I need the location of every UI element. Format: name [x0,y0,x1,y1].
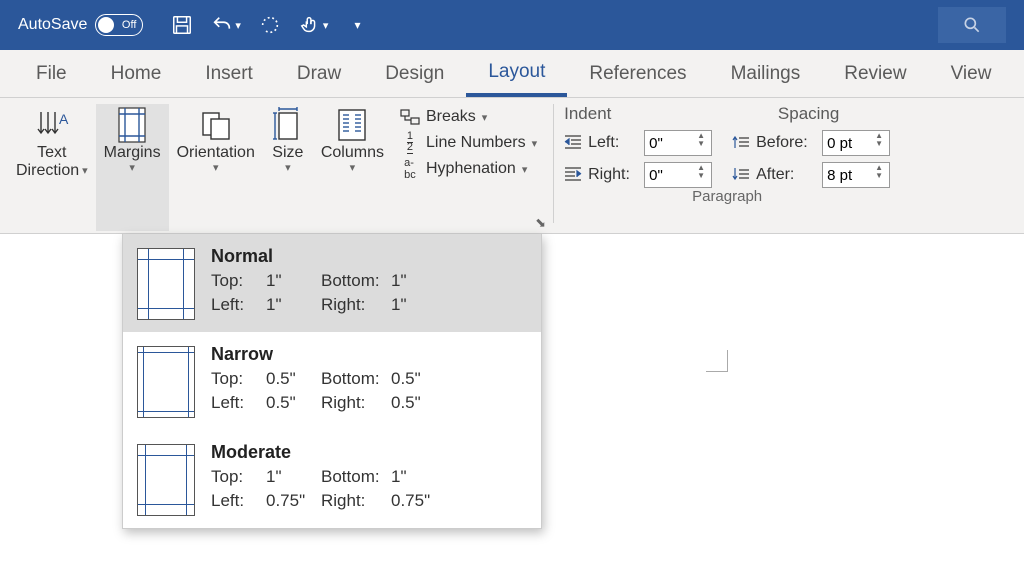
tab-review[interactable]: Review [822,50,928,97]
hyphenation-icon: a-bc [400,160,420,178]
margin-option-title: Narrow [211,344,527,365]
margins-button[interactable]: Margins▾ [96,104,169,231]
spacing-header: Spacing [727,104,890,124]
indent-header: Indent [564,104,727,124]
margins-option-moderate[interactable]: Moderate Top:1"Bottom:1" Left:0.75"Right… [123,430,541,528]
tab-file[interactable]: File [14,50,89,97]
chevron-down-icon: ▾ [129,162,135,175]
columns-button[interactable]: Columns▾ [313,104,392,231]
chevron-down-icon: ▾ [522,163,528,176]
autosave-label: AutoSave [18,16,87,34]
chevron-down-icon: ▾ [235,19,241,32]
document-area[interactable] [542,234,1024,582]
chevron-down-icon: ▾ [532,137,538,150]
touch-mode-button[interactable]: ▾ [299,14,329,36]
tab-insert[interactable]: Insert [183,50,275,97]
chevron-down-icon: ▾ [82,165,88,178]
svg-text:A: A [59,111,69,127]
size-icon [271,108,305,142]
page-corner-mark [706,350,728,372]
spacing-before-icon [732,134,750,152]
quick-access-toolbar: ▾ ▾ ▾ [171,14,368,36]
ribbon-tabs: File Home Insert Draw Design Layout Refe… [0,50,1024,98]
autosave-control[interactable]: AutoSave Off [18,14,143,36]
margin-option-title: Moderate [211,442,527,463]
ribbon: A TextDirection▾ Margins▾ Orientation▾ [0,98,1024,234]
paragraph-group: Indent Spacing Left: 0"▲▼ Before: 0 pt▲▼… [554,98,900,233]
chevron-down-icon: ▾ [285,162,291,175]
page-setup-dialog-launcher[interactable]: ⬊ [535,215,549,229]
tab-view[interactable]: View [929,50,1014,97]
spacing-before-input[interactable]: 0 pt▲▼ [822,130,890,156]
paragraph-group-label: Paragraph [564,188,890,207]
indent-left-icon [564,134,582,152]
toggle-knob [98,17,114,33]
margins-icon [115,108,149,142]
indent-right-input[interactable]: 0"▲▼ [644,162,712,188]
orientation-button[interactable]: Orientation▾ [169,104,263,231]
spacing-after-icon [732,166,750,184]
tab-design[interactable]: Design [363,50,466,97]
line-numbers-icon: 12 [400,134,420,152]
margin-thumb-icon [137,444,195,516]
title-bar: AutoSave Off ▾ ▾ ▾ [0,0,1024,50]
breaks-button[interactable]: Breaks▾ [398,106,539,128]
search-button[interactable] [938,7,1006,43]
size-button[interactable]: Size▾ [263,104,313,231]
page-setup-group: A TextDirection▾ Margins▾ Orientation▾ [0,98,553,233]
chevron-down-icon: ▾ [323,19,329,32]
margin-option-title: Normal [211,246,527,267]
line-numbers-button[interactable]: 12 Line Numbers▾ [398,132,539,154]
margins-option-narrow[interactable]: Narrow Top:0.5"Bottom:0.5" Left:0.5"Righ… [123,332,541,430]
tab-home[interactable]: Home [89,50,184,97]
margins-dropdown: Normal Top:1"Bottom:1" Left:1"Right:1" N… [122,234,542,529]
spacing-after-input[interactable]: 8 pt▲▼ [822,162,890,188]
orientation-icon [199,108,233,142]
indent-right-icon [564,166,582,184]
tab-references[interactable]: References [567,50,708,97]
toggle-state: Off [122,19,136,31]
hyphenation-button[interactable]: a-bc Hyphenation▾ [398,158,539,180]
customize-qat-icon[interactable]: ▾ [346,14,368,36]
margin-thumb-icon [137,346,195,418]
autosave-toggle[interactable]: Off [95,14,143,36]
redo-icon[interactable] [259,14,281,36]
chevron-down-icon: ▾ [213,162,219,175]
undo-button[interactable]: ▾ [211,14,241,36]
margin-thumb-icon [137,248,195,320]
tab-layout[interactable]: Layout [466,50,567,97]
text-direction-button[interactable]: A TextDirection▾ [8,104,96,231]
breaks-icon [400,108,420,126]
indent-left-input[interactable]: 0"▲▼ [644,130,712,156]
chevron-down-icon: ▾ [482,111,488,124]
tab-mailings[interactable]: Mailings [709,50,823,97]
chevron-down-icon: ▾ [350,162,356,175]
columns-icon [335,108,369,142]
save-icon[interactable] [171,14,193,36]
margins-option-normal[interactable]: Normal Top:1"Bottom:1" Left:1"Right:1" [123,234,541,332]
tab-draw[interactable]: Draw [275,50,363,97]
text-direction-icon: A [35,108,69,142]
